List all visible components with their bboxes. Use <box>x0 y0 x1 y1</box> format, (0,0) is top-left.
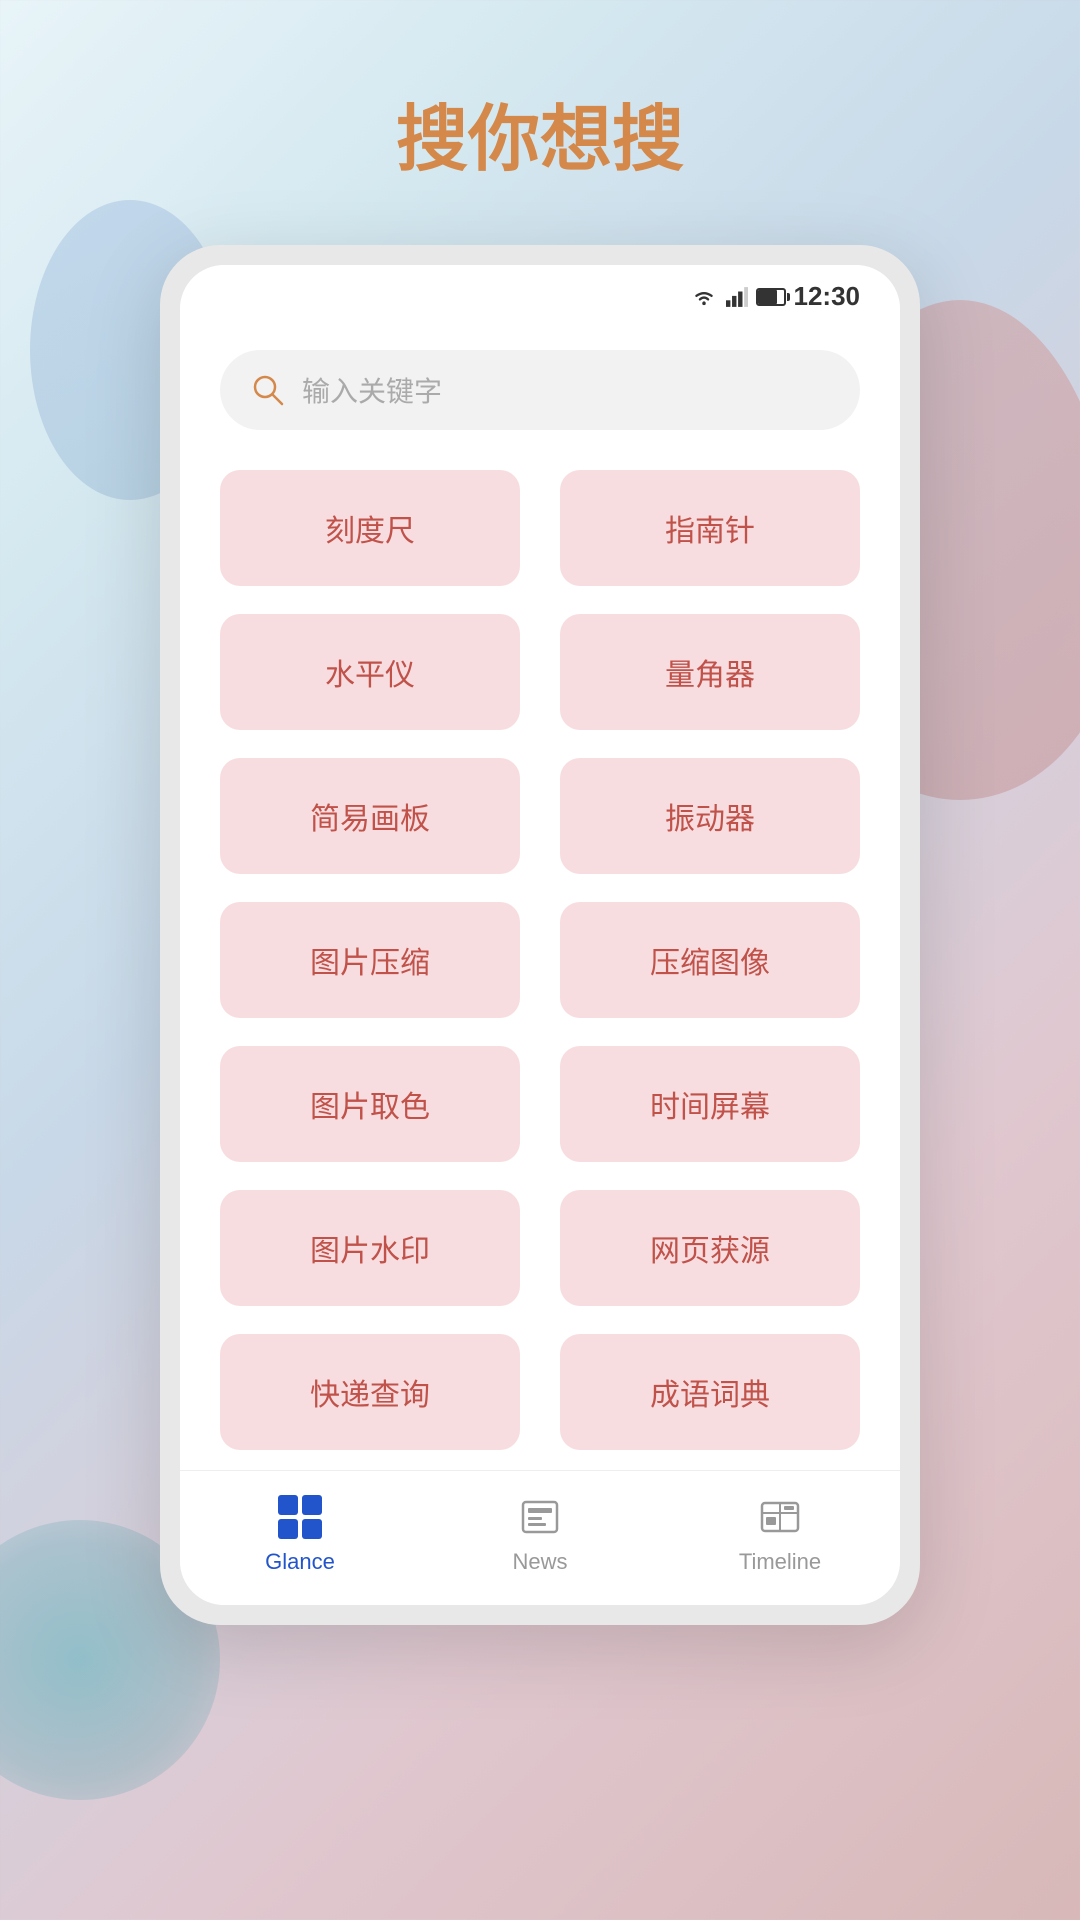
tool-btn-time-screen[interactable]: 时间屏幕 <box>560 1046 860 1162</box>
nav-item-glance[interactable]: Glance <box>180 1491 420 1575</box>
glance-grid-icon <box>278 1495 322 1539</box>
status-bar: 12:30 <box>180 265 900 320</box>
nav-label-news: News <box>512 1549 567 1575</box>
search-bar[interactable]: 输入关键字 <box>220 350 860 430</box>
signal-icon <box>726 286 748 308</box>
tool-btn-ruler[interactable]: 刻度尺 <box>220 470 520 586</box>
tool-btn-webpage-src[interactable]: 网页获源 <box>560 1190 860 1306</box>
tool-btn-watermark[interactable]: 图片水印 <box>220 1190 520 1306</box>
tool-btn-vibrator[interactable]: 振动器 <box>560 758 860 874</box>
tool-btn-color-picker[interactable]: 图片取色 <box>220 1046 520 1162</box>
phone-screen: 12:30 输入关键字 刻度尺指南针水平仪量角器简易画板振动器图片压缩压缩图像图… <box>180 265 900 1605</box>
bottom-nav: Glance News <box>180 1470 900 1605</box>
status-icons: 12:30 <box>690 281 861 312</box>
page-title: 搜你想搜 <box>396 80 684 185</box>
glance-icon <box>274 1491 326 1543</box>
news-icon <box>514 1491 566 1543</box>
tool-btn-express-query[interactable]: 快递查询 <box>220 1334 520 1450</box>
phone-mockup: 12:30 输入关键字 刻度尺指南针水平仪量角器简易画板振动器图片压缩压缩图像图… <box>160 245 920 1625</box>
battery-icon <box>756 288 786 306</box>
tools-grid: 刻度尺指南针水平仪量角器简易画板振动器图片压缩压缩图像图片取色时间屏幕图片水印网… <box>220 470 860 1450</box>
phone-content: 输入关键字 刻度尺指南针水平仪量角器简易画板振动器图片压缩压缩图像图片取色时间屏… <box>180 320 900 1470</box>
wifi-icon <box>690 286 718 308</box>
nav-label-glance: Glance <box>265 1549 335 1575</box>
tool-btn-img-compress[interactable]: 图片压缩 <box>220 902 520 1018</box>
tool-btn-level[interactable]: 水平仪 <box>220 614 520 730</box>
status-time: 12:30 <box>794 281 861 312</box>
nav-item-timeline[interactable]: Timeline <box>660 1491 900 1575</box>
tool-btn-protractor[interactable]: 量角器 <box>560 614 860 730</box>
search-icon <box>250 372 286 408</box>
tool-btn-compass[interactable]: 指南针 <box>560 470 860 586</box>
tool-btn-img-compress2[interactable]: 压缩图像 <box>560 902 860 1018</box>
search-placeholder: 输入关键字 <box>302 370 442 410</box>
nav-label-timeline: Timeline <box>739 1549 821 1575</box>
tool-btn-idiom-dict[interactable]: 成语词典 <box>560 1334 860 1450</box>
timeline-icon <box>754 1491 806 1543</box>
nav-item-news[interactable]: News <box>420 1491 660 1575</box>
tool-btn-sketchpad[interactable]: 简易画板 <box>220 758 520 874</box>
